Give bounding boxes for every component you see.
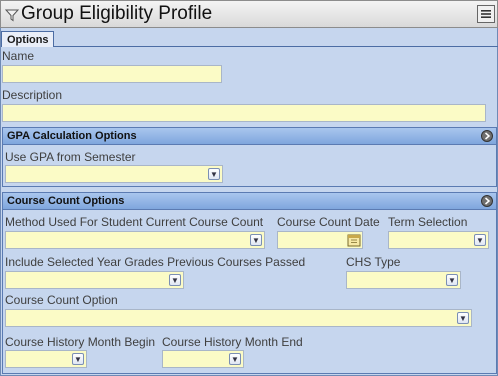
chevron-down-icon[interactable]: ▼ — [446, 274, 458, 286]
include-grades-select[interactable]: ▼ — [5, 271, 184, 289]
description-label: Description — [2, 88, 63, 102]
month-begin-label: Course History Month Begin — [5, 335, 156, 349]
collapse-icon[interactable] — [481, 195, 493, 207]
use-gpa-label: Use GPA from Semester — [5, 150, 136, 164]
title-bar: Group Eligibility Profile — [0, 0, 498, 28]
month-end-select[interactable]: ▼ — [162, 350, 244, 368]
window-title: Group Eligibility Profile — [21, 3, 213, 24]
count-option-select[interactable]: ▼ — [5, 309, 472, 327]
count-date-field[interactable] — [277, 231, 363, 249]
gpa-section-header[interactable]: GPA Calculation Options — [3, 128, 496, 145]
include-grades-label: Include Selected Year Grades Previous Co… — [5, 255, 306, 269]
method-select[interactable]: ▼ — [5, 231, 265, 249]
description-field[interactable] — [2, 104, 486, 122]
name-label: Name — [2, 49, 35, 63]
name-field[interactable] — [2, 65, 222, 83]
course-count-section-header[interactable]: Course Count Options — [3, 193, 496, 210]
tab-strip-divider — [54, 46, 498, 47]
calendar-icon[interactable] — [347, 233, 361, 247]
chevron-down-icon[interactable]: ▼ — [72, 353, 84, 365]
month-end-label: Course History Month End — [162, 335, 303, 349]
chevron-down-icon[interactable]: ▼ — [474, 234, 486, 246]
count-option-label: Course Count Option — [5, 293, 118, 307]
term-selection-label: Term Selection — [388, 215, 468, 229]
collapse-icon[interactable] — [481, 130, 493, 142]
gpa-section-title: GPA Calculation Options — [7, 130, 137, 142]
filter-icon[interactable] — [5, 8, 19, 22]
chevron-down-icon[interactable]: ▼ — [457, 312, 469, 324]
chs-type-label: CHS Type — [346, 255, 401, 269]
chevron-down-icon[interactable]: ▼ — [250, 234, 262, 246]
chs-type-select[interactable]: ▼ — [346, 271, 461, 289]
chevron-down-icon[interactable]: ▼ — [229, 353, 241, 365]
menu-icon[interactable] — [477, 5, 495, 23]
use-gpa-select[interactable]: ▼ — [5, 165, 223, 183]
count-date-label: Course Count Date — [277, 215, 380, 229]
tab-options[interactable]: Options — [1, 31, 54, 47]
course-count-section-title: Course Count Options — [7, 195, 125, 207]
method-label: Method Used For Student Current Course C… — [5, 215, 264, 229]
chevron-down-icon[interactable]: ▼ — [169, 274, 181, 286]
month-begin-select[interactable]: ▼ — [5, 350, 87, 368]
term-selection-select[interactable]: ▼ — [388, 231, 489, 249]
chevron-down-icon[interactable]: ▼ — [208, 168, 220, 180]
